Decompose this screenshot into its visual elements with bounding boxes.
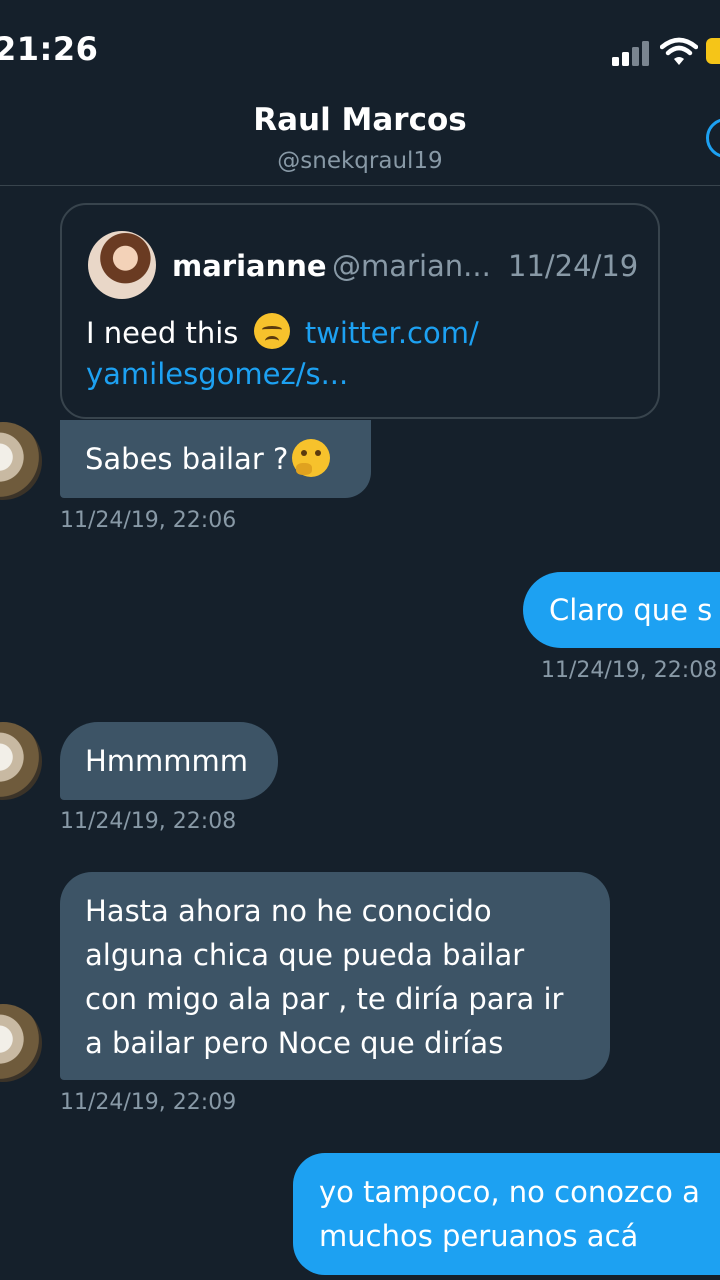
message-timestamp: 11/24/19, 22:08 — [60, 809, 237, 834]
quoted-tweet-text: I need this twitter.com/ — [86, 313, 479, 350]
conversation-title[interactable]: Raul Marcos — [0, 102, 720, 138]
header-divider — [0, 185, 720, 186]
message-bubble-outgoing[interactable]: Claro que s — [523, 572, 720, 648]
quoted-tweet-link[interactable]: twitter.com/ — [305, 316, 479, 350]
status-time: 21:26 — [0, 30, 99, 68]
battery-icon — [706, 38, 720, 64]
quoted-tweet-author: marianne — [172, 249, 327, 283]
quoted-tweet-body: I need this — [86, 316, 239, 350]
message-text: Claro que s — [549, 593, 713, 627]
message-text: Sabes bailar ? — [85, 442, 289, 476]
wifi-icon — [660, 37, 698, 65]
message-timestamp: 11/24/19, 22:09 — [60, 1090, 237, 1115]
dm-conversation-screen: 21:26 Raul Marcos @snekqraul19 marianne … — [0, 0, 720, 1280]
disappointed-face-icon — [253, 313, 290, 349]
sender-avatar[interactable] — [0, 422, 42, 500]
cellular-signal-icon — [612, 40, 656, 66]
sender-avatar[interactable] — [0, 722, 42, 800]
quoted-tweet-avatar[interactable] — [88, 231, 156, 299]
quoted-tweet-link-continued[interactable]: yamilesgomez/s... — [86, 357, 348, 391]
quoted-tweet-handle: @marian... — [332, 249, 491, 283]
conversation-handle: @snekqraul19 — [277, 148, 443, 174]
message-line: a bailar pero Noce que dirías — [85, 1026, 504, 1060]
quoted-tweet-card[interactable]: marianne @marian... 11/24/19 I need this… — [60, 203, 660, 419]
message-bubble-incoming[interactable]: Hmmmmm — [60, 722, 278, 800]
message-line: yo tampoco, no conozco a — [319, 1175, 700, 1209]
message-bubble-outgoing[interactable]: yo tampoco, no conozco a muchos peruanos… — [293, 1153, 720, 1275]
message-line: Hasta ahora no he conocido — [85, 894, 492, 928]
message-line: con migo ala par , te diría para ir — [85, 982, 564, 1016]
message-bubble-incoming[interactable]: Hasta ahora no he conocido alguna chica … — [60, 872, 610, 1080]
sender-avatar[interactable] — [0, 1004, 42, 1082]
quoted-tweet-date: 11/24/19 — [508, 249, 639, 283]
thinking-face-icon — [292, 439, 331, 477]
message-line: muchos peruanos acá — [319, 1219, 639, 1253]
message-text: Hmmmmm — [85, 744, 249, 778]
message-timestamp: 11/24/19, 22:06 — [60, 508, 237, 533]
message-timestamp: 11/24/19, 22:08 — [541, 658, 718, 683]
message-bubble-incoming[interactable]: Sabes bailar ? — [60, 420, 371, 498]
message-line: alguna chica que pueda bailar — [85, 938, 525, 972]
